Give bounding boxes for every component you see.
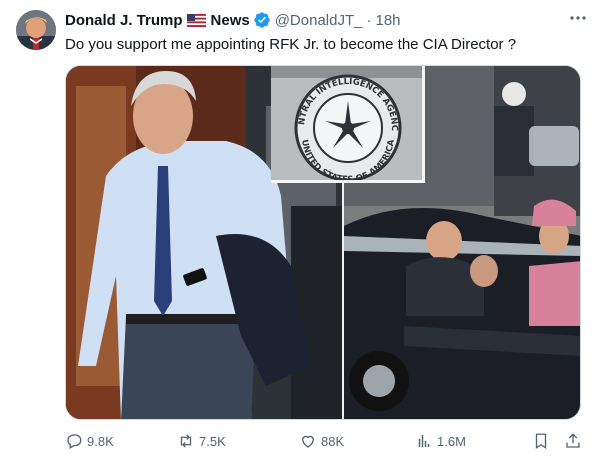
like-count: 88K bbox=[321, 433, 345, 449]
tweet-header: Donald J. Trump News @DonaldJT_ · 18h bbox=[65, 10, 588, 30]
action-bar: 9.8K 7.5K 88K 1.6M bbox=[65, 431, 588, 451]
timestamp[interactable]: 18h bbox=[375, 12, 400, 29]
like-button[interactable]: 88K bbox=[299, 431, 344, 451]
views-button[interactable]: 1.6M bbox=[415, 431, 466, 451]
tweet-text: Do you support me appointing RFK Jr. to … bbox=[65, 36, 517, 53]
separator-dot: · bbox=[366, 11, 372, 29]
author-suffix[interactable]: News bbox=[211, 12, 250, 29]
flag-us-icon bbox=[186, 13, 206, 27]
views-count: 1.6M bbox=[437, 433, 466, 449]
reply-count: 9.8K bbox=[87, 433, 114, 449]
views-icon bbox=[418, 435, 430, 447]
repost-count: 7.5K bbox=[199, 433, 226, 449]
bookmark-button[interactable] bbox=[532, 431, 554, 451]
author-handle[interactable]: @DonaldJT_ bbox=[275, 12, 363, 29]
reply-button[interactable]: 9.8K bbox=[65, 431, 114, 451]
cia-seal-inset: CENTRAL INTELLIGENCE AGENCY UNITED STATE… bbox=[271, 66, 425, 183]
author-name[interactable]: Donald J. Trump bbox=[65, 12, 183, 29]
avatar-image bbox=[16, 10, 56, 50]
reply-icon bbox=[67, 434, 82, 449]
share-button[interactable] bbox=[564, 431, 586, 451]
more-icon[interactable] bbox=[568, 8, 588, 28]
repost-icon bbox=[180, 434, 192, 448]
share-icon bbox=[566, 433, 580, 448]
bookmark-icon bbox=[535, 433, 547, 450]
avatar[interactable] bbox=[16, 10, 56, 50]
tweet-media[interactable]: CENTRAL INTELLIGENCE AGENCY UNITED STATE… bbox=[65, 65, 581, 420]
like-icon bbox=[302, 435, 314, 448]
repost-button[interactable]: 7.5K bbox=[177, 431, 226, 451]
verified-icon bbox=[253, 11, 271, 29]
